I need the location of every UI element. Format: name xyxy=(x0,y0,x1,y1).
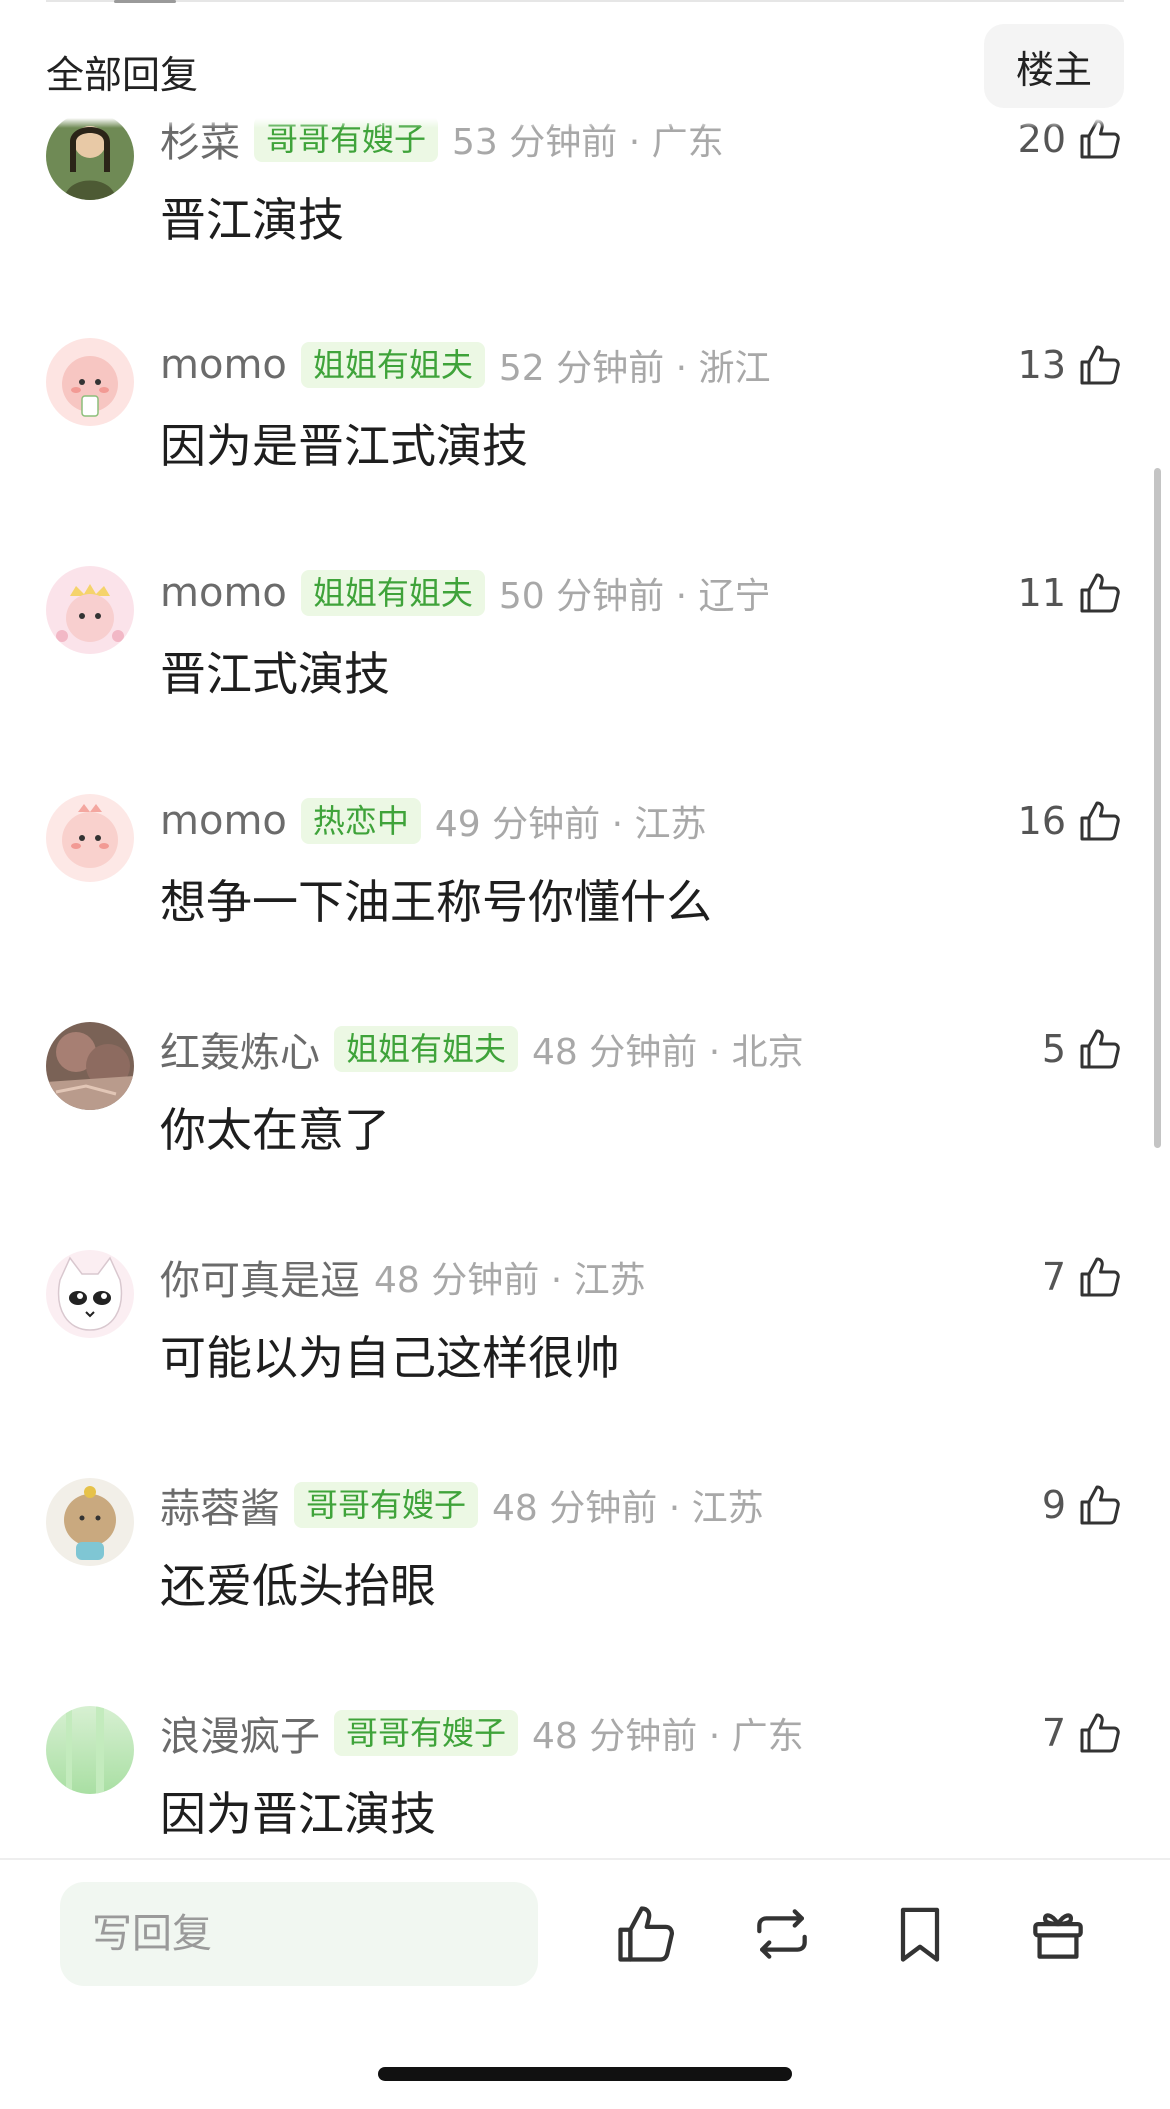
comment-text: 晋江演技 xyxy=(160,193,344,247)
username[interactable]: 蒜蓉酱 xyxy=(160,1476,280,1534)
username[interactable]: momo xyxy=(160,798,287,844)
comment-list[interactable]: 杉菜 哥哥有嫂子 53 分钟前 · 广东 20 晋江演技 momo 姐姐有姐夫 xyxy=(0,0,1170,1858)
comment-text: 你太在意了 xyxy=(160,1103,390,1157)
page-title: 全部回复 xyxy=(46,53,199,97)
like-count: 7 xyxy=(1041,1711,1066,1755)
comment-text: 还爱低头抬眼 xyxy=(160,1559,436,1613)
like-button[interactable]: 7 xyxy=(1042,1252,1124,1302)
avatar[interactable] xyxy=(46,1022,134,1110)
like-button[interactable]: 9 xyxy=(1042,1480,1124,1530)
like-count: 9 xyxy=(1041,1483,1066,1527)
repost-icon[interactable] xyxy=(748,1900,816,1968)
username[interactable]: momo xyxy=(160,342,287,388)
user-badge: 姐姐有姐夫 xyxy=(300,342,485,388)
comment-item: 红轰炼心 姐姐有姐夫 48 分钟前 · 北京 5 你太在意了 xyxy=(0,1022,1150,1222)
avatar[interactable] xyxy=(46,338,134,426)
replies-header: 全部回复 楼主 xyxy=(0,0,1170,128)
comment-item: 蒜蓉酱 哥哥有嫂子 48 分钟前 · 江苏 9 还爱低头抬眼 xyxy=(0,1478,1150,1678)
like-button[interactable]: 13 xyxy=(1018,340,1124,390)
user-badge: 哥哥有嫂子 xyxy=(334,1710,519,1756)
like-count: 13 xyxy=(1017,343,1066,387)
username[interactable]: momo xyxy=(160,570,287,616)
comment-text: 因为晋江演技 xyxy=(160,1787,436,1841)
thumbs-up-icon xyxy=(1076,1481,1124,1529)
thumbs-up-icon xyxy=(1076,569,1124,617)
comment-time-location: 48 分钟前 · 江苏 xyxy=(374,1260,646,1301)
user-badge: 姐姐有姐夫 xyxy=(300,570,485,616)
user-badge: 哥哥有嫂子 xyxy=(294,1482,479,1528)
avatar[interactable] xyxy=(46,794,134,882)
thumbs-up-icon xyxy=(1076,797,1124,845)
like-count: 7 xyxy=(1041,1255,1066,1299)
like-button[interactable]: 16 xyxy=(1018,796,1124,846)
comment-text: 可能以为自己这样很帅 xyxy=(160,1331,620,1385)
user-badge: 姐姐有姐夫 xyxy=(334,1026,519,1072)
comment-item: 浪漫疯子 哥哥有嫂子 48 分钟前 · 广东 7 因为晋江演技 xyxy=(0,1706,1150,1858)
avatar[interactable] xyxy=(46,1478,134,1566)
username[interactable]: 浪漫疯子 xyxy=(160,1704,320,1762)
like-button[interactable]: 7 xyxy=(1042,1708,1124,1758)
thumbs-up-icon xyxy=(1076,1025,1124,1073)
gift-icon[interactable] xyxy=(1024,1900,1092,1968)
thumbs-up-icon xyxy=(1076,341,1124,389)
header-tab-indicator xyxy=(114,0,176,3)
comment-item: momo 姐姐有姐夫 52 分钟前 · 浙江 13 因为是晋江式演技 xyxy=(0,338,1150,538)
op-only-button[interactable]: 楼主 xyxy=(984,24,1124,108)
avatar[interactable] xyxy=(46,1706,134,1794)
comment-time-location: 48 分钟前 · 广东 xyxy=(532,1716,804,1757)
comment-text: 因为是晋江式演技 xyxy=(160,419,528,473)
comment-text: 晋江式演技 xyxy=(160,647,390,701)
comment-time-location: 52 分钟前 · 浙江 xyxy=(498,348,771,389)
avatar[interactable] xyxy=(46,566,134,654)
like-count: 16 xyxy=(1017,799,1066,843)
like-post-icon[interactable] xyxy=(612,1900,680,1968)
comment-text: 想争一下油王称号你懂什么 xyxy=(160,875,712,929)
user-badge: 热恋中 xyxy=(300,798,421,844)
like-count: 11 xyxy=(1017,571,1066,615)
comment-item: 你可真是逗 48 分钟前 · 江苏 7 可能以为自己这样很帅 xyxy=(0,1250,1150,1450)
home-indicator[interactable] xyxy=(378,2067,792,2081)
thumbs-up-icon xyxy=(1076,1709,1124,1757)
comment-item: momo 热恋中 49 分钟前 · 江苏 16 想争一下油王称号你懂什么 xyxy=(0,794,1150,994)
reply-input[interactable] xyxy=(60,1882,538,1986)
scrollbar[interactable] xyxy=(1154,468,1161,1148)
header-divider xyxy=(46,0,1124,2)
like-button[interactable]: 5 xyxy=(1042,1024,1124,1074)
like-count: 5 xyxy=(1041,1027,1066,1071)
avatar[interactable] xyxy=(46,1250,134,1338)
comment-time-location: 49 分钟前 · 江苏 xyxy=(434,804,707,845)
thumbs-up-icon xyxy=(1076,1253,1124,1301)
username[interactable]: 红轰炼心 xyxy=(160,1020,320,1078)
like-button[interactable]: 11 xyxy=(1018,568,1124,618)
username[interactable]: 你可真是逗 xyxy=(160,1248,360,1306)
comment-time-location: 50 分钟前 · 辽宁 xyxy=(498,576,771,617)
comment-time-location: 48 分钟前 · 北京 xyxy=(532,1032,804,1073)
bookmark-icon[interactable] xyxy=(886,1900,954,1968)
comment-item: 杉菜 哥哥有嫂子 53 分钟前 · 广东 20 晋江演技 xyxy=(0,112,1150,312)
comment-time-location: 48 分钟前 · 江苏 xyxy=(492,1488,764,1529)
comment-item: momo 姐姐有姐夫 50 分钟前 · 辽宁 11 晋江式演技 xyxy=(0,566,1150,766)
bottom-action-bar xyxy=(0,1858,1170,2109)
